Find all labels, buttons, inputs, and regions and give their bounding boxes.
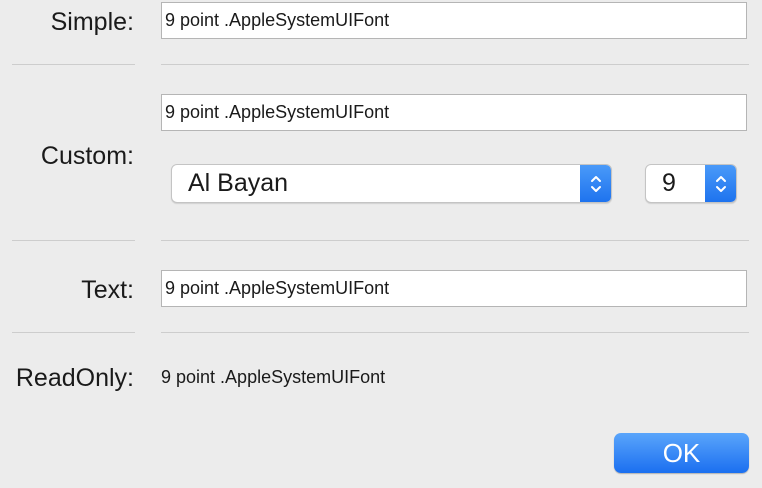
- text-label: Text:: [81, 276, 134, 304]
- custom-label: Custom:: [40, 142, 134, 170]
- separator: [12, 64, 135, 65]
- text-font-field[interactable]: 9 point .AppleSystemUIFont: [161, 270, 747, 307]
- ok-button[interactable]: OK: [614, 433, 749, 473]
- readonly-label: ReadOnly:: [15, 364, 134, 392]
- separator: [12, 240, 135, 241]
- font-family-value: Al Bayan: [188, 169, 289, 197]
- separator: [161, 240, 749, 241]
- font-family-popup[interactable]: Al Bayan: [171, 164, 612, 203]
- readonly-font-value: 9 point .AppleSystemUIFont: [161, 367, 386, 387]
- custom-font-field[interactable]: 9 point .AppleSystemUIFont: [161, 94, 747, 131]
- font-size-value: 9: [662, 169, 676, 197]
- separator: [12, 332, 135, 333]
- chevron-up-down-icon[interactable]: [580, 165, 611, 202]
- chevron-up-down-icon[interactable]: [705, 165, 736, 202]
- separator: [161, 64, 749, 65]
- simple-label: Simple:: [50, 8, 134, 36]
- separator: [161, 332, 749, 333]
- font-size-popup[interactable]: 9: [645, 164, 737, 203]
- simple-font-field[interactable]: 9 point .AppleSystemUIFont: [161, 2, 747, 39]
